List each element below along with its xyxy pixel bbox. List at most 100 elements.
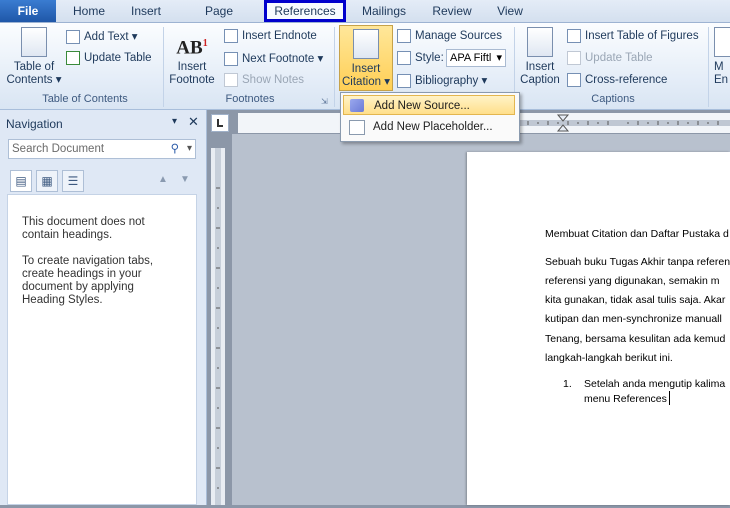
insert-footnote-label-1: Insert — [177, 61, 207, 73]
doc-paragraph-1-line-2: referensi yang digunakan, semakin m — [545, 275, 720, 287]
list-item-number: 1. — [563, 378, 572, 390]
manage-sources-label: Manage Sources — [415, 30, 502, 43]
list-item-line-2: menu References — [584, 393, 667, 405]
insert-citation-button[interactable]: Insert Citation ▾ — [339, 25, 393, 91]
pane-options-icon[interactable]: ▾ — [172, 116, 177, 127]
update-table-figures-button[interactable]: Update Table — [567, 51, 653, 65]
style-label: Style: — [397, 51, 444, 65]
update-table-label: Update Table — [84, 52, 152, 65]
search-document-input[interactable]: Search Document ⚲ ▾ — [8, 139, 196, 159]
headings-icon: ▤ — [15, 174, 27, 188]
doc-paragraph-1-line-1: Sebuah buku Tugas Akhir tanpa referen — [545, 256, 730, 268]
menu-item-add-new-source[interactable]: Add New Source... — [343, 95, 515, 115]
group-separator — [163, 27, 164, 107]
show-notes-button[interactable]: Show Notes — [224, 73, 304, 87]
book-icon — [350, 99, 364, 112]
next-footnote-label: Next Footnote — [242, 53, 315, 65]
tab-browse-results[interactable]: ☰ — [62, 170, 84, 192]
insert-footnote-label-2: Footnote — [169, 74, 215, 86]
hint-text-2: create headings in your — [22, 268, 142, 280]
menu-item-add-new-placeholder[interactable]: Add New Placeholder... — [343, 117, 515, 137]
insert-citation-icon — [353, 29, 379, 59]
placeholder-icon — [349, 120, 365, 135]
add-new-placeholder-label: Add New Placeholder... — [373, 121, 493, 133]
insert-citation-label-1: Insert — [351, 63, 381, 75]
bibliography-button[interactable]: Bibliography ▾ — [397, 73, 487, 88]
insert-caption-icon — [527, 27, 553, 57]
group-label-table-of-contents: Table of Contents — [42, 93, 128, 105]
chevron-down-icon: ▾ — [384, 76, 390, 88]
insert-table-of-figures-button[interactable]: Insert Table of Figures — [567, 29, 699, 43]
cut-off-label-2: En — [714, 74, 729, 86]
table-of-contents-icon — [21, 27, 47, 57]
manage-sources-button[interactable]: Manage Sources — [397, 29, 502, 43]
mark-entry-button[interactable]: M En — [714, 27, 730, 87]
update-table-figures-label: Update Table — [585, 52, 653, 65]
table-of-contents-label-2: Contents — [6, 74, 53, 86]
previous-heading-icon[interactable]: ▲ — [158, 174, 168, 185]
insert-footnote-button[interactable]: AB1 Insert Footnote — [166, 27, 218, 87]
chevron-down-icon: ▾ — [55, 74, 62, 86]
bibliography-label: Bibliography — [415, 75, 479, 87]
chevron-down-icon[interactable]: ▾ — [187, 140, 192, 158]
doc-paragraph-2-line-1: Tenang, bersama kesulitan ada kemud — [545, 333, 726, 345]
next-footnote-button[interactable]: Next Footnote ▾ — [224, 51, 323, 66]
citation-style-select[interactable]: APA Fiftl ▾ — [446, 49, 506, 67]
update-table-figures-icon — [567, 51, 581, 65]
add-text-icon — [66, 29, 80, 44]
chevron-down-icon: ▾ — [481, 75, 488, 87]
tab-home[interactable]: Home — [70, 0, 108, 22]
cross-reference-button[interactable]: Cross-reference — [567, 73, 667, 87]
insert-endnote-icon — [224, 29, 238, 43]
insert-endnote-button[interactable]: Insert Endnote — [224, 29, 317, 43]
tab-browse-headings[interactable]: ▤ — [10, 170, 32, 192]
manage-sources-icon — [397, 29, 411, 43]
search-document-placeholder: Search Document — [12, 143, 105, 155]
tab-file[interactable]: File — [0, 0, 56, 22]
document-page[interactable]: Membuat Citation dan Daftar Pustaka d Se… — [467, 152, 730, 505]
update-table-button[interactable]: Update Table — [66, 51, 152, 65]
doc-paragraph-1-line-4: kutipan dan men-synchronize manuall — [545, 313, 722, 325]
search-icon[interactable]: ⚲ — [171, 140, 179, 158]
no-headings-text-1: This document does not — [22, 216, 145, 228]
style-label-text: Style: — [415, 52, 444, 65]
show-notes-label: Show Notes — [242, 74, 305, 87]
tab-selector[interactable] — [211, 114, 229, 132]
citation-style-value: APA Fiftl — [450, 52, 492, 64]
group-label-captions: Captions — [591, 93, 635, 105]
tab-browse-pages[interactable]: ▦ — [36, 170, 58, 192]
chevron-down-icon: ▾ — [496, 52, 502, 64]
cut-off-label-1: M — [714, 61, 724, 73]
insert-caption-button[interactable]: Insert Caption — [518, 27, 562, 87]
group-separator — [708, 27, 709, 107]
cross-reference-label: Cross-reference — [585, 74, 668, 87]
no-headings-text-2: contain headings. — [22, 229, 113, 241]
tab-page-layout[interactable]: Page Layout — [186, 0, 252, 40]
left-tab-icon — [217, 119, 223, 127]
tab-view[interactable]: View — [496, 0, 524, 22]
doc-title-line: Membuat Citation dan Daftar Pustaka d — [545, 228, 729, 240]
dialog-launcher-icon[interactable]: ⇲ — [321, 97, 328, 106]
next-heading-icon[interactable]: ▼ — [180, 174, 190, 185]
insert-endnote-label: Insert Endnote — [242, 30, 317, 43]
table-of-contents-button[interactable]: Table of Contents ▾ — [6, 27, 62, 87]
update-table-icon — [66, 51, 80, 65]
tab-insert[interactable]: Insert — [128, 0, 164, 22]
tab-review[interactable]: Review — [432, 0, 472, 22]
insert-citation-menu: Add New Source... Add New Placeholder... — [340, 92, 520, 142]
list-item-line-1: Setelah anda mengutip kalima — [584, 378, 726, 390]
group-label-footnotes: Footnotes — [225, 93, 275, 105]
navigation-pane: Navigation ▾ ✕ Search Document ⚲ ▾ ▤ ▦ ☰… — [0, 110, 207, 505]
doc-paragraph-2-line-2: langkah-langkah berikut ini. — [545, 352, 673, 364]
tab-mailings[interactable]: Mailings — [360, 0, 408, 22]
doc-paragraph-1-line-3: kita gunakan, tidak asal tulis saja. Aka… — [545, 294, 726, 306]
table-of-contents-label-1: Table of — [13, 61, 55, 73]
close-icon[interactable]: ✕ — [188, 114, 199, 130]
add-new-source-label: Add New Source... — [374, 100, 470, 112]
insert-caption-label-1: Insert — [525, 61, 555, 73]
tab-references[interactable]: References — [264, 0, 346, 22]
vertical-ruler[interactable] — [211, 148, 225, 505]
add-text-label: Add Text — [84, 31, 129, 43]
add-text-button[interactable]: Add Text ▾ — [66, 29, 138, 44]
ribbon-tab-bar: File Home Insert Page Layout References … — [0, 0, 730, 40]
